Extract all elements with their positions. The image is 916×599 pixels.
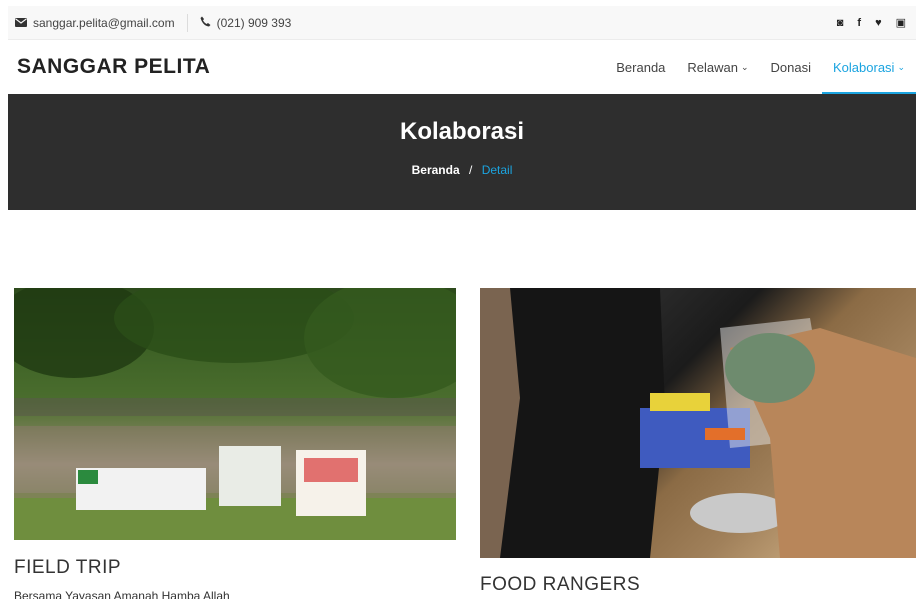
top-bar: sanggar.pelita@gmail.com (021) 909 393 ◙… — [8, 6, 916, 40]
social-links: ◙ f ♥ ▣ — [837, 16, 916, 30]
twitter-icon[interactable]: ♥ — [875, 17, 882, 29]
nav-label: Donasi — [770, 59, 812, 75]
nav-label: Relawan — [687, 59, 738, 75]
page-title: Kolaborasi — [399, 118, 525, 145]
nav-label: Beranda — [616, 59, 666, 75]
phone-text: (021) 909 393 — [216, 15, 292, 30]
nav-item-beranda[interactable]: Beranda — [605, 40, 676, 94]
card-photo[interactable] — [480, 288, 916, 558]
email-link[interactable]: sanggar.pelita@gmail.com — [15, 16, 175, 30]
collaboration-card[interactable]: FOOD RANGERS — [480, 288, 916, 596]
nav-label: Kolaborasi — [833, 59, 895, 75]
card-photo[interactable] — [14, 288, 456, 540]
facebook-icon[interactable]: f — [857, 17, 861, 29]
email-text: sanggar.pelita@gmail.com — [33, 15, 175, 30]
nav-item-donasi[interactable]: Donasi — [760, 40, 822, 94]
card-title[interactable]: FOOD RANGERS — [480, 574, 916, 596]
instagram-icon[interactable]: ◙ — [837, 17, 844, 29]
card-title[interactable]: FIELD TRIP — [14, 557, 456, 579]
breadcrumb: Beranda / Detail — [8, 163, 916, 177]
card-description: Bersama Yayasan Amanah Hamba Allah — [14, 589, 230, 599]
youtube-icon[interactable]: ▣ — [896, 16, 906, 29]
phone-link[interactable]: (021) 909 393 — [200, 15, 292, 30]
nav-item-relawan[interactable]: Relawan ⌄ — [676, 40, 759, 94]
chevron-down-icon: ⌄ — [897, 61, 905, 72]
navbar: SANGGAR PELITA Beranda Relawan ⌄ Donasi … — [8, 40, 916, 94]
breadcrumb-current: Detail — [481, 163, 513, 177]
main-menu: Beranda Relawan ⌄ Donasi Kolaborasi ⌄ — [605, 40, 916, 94]
page-header: Kolaborasi Beranda / Detail — [8, 94, 916, 210]
nav-item-kolaborasi[interactable]: Kolaborasi ⌄ — [822, 40, 916, 94]
contact-info: sanggar.pelita@gmail.com (021) 909 393 — [8, 6, 291, 39]
breadcrumb-separator: / — [469, 163, 473, 177]
collaboration-card[interactable]: FIELD TRIP Bersama Yayasan Amanah Hamba … — [14, 288, 456, 599]
site-logo[interactable]: SANGGAR PELITA — [8, 55, 210, 79]
phone-icon — [200, 16, 211, 30]
chevron-down-icon: ⌄ — [741, 61, 749, 72]
envelope-icon — [15, 16, 27, 30]
breadcrumb-home[interactable]: Beranda — [412, 163, 460, 177]
divider — [186, 13, 188, 32]
